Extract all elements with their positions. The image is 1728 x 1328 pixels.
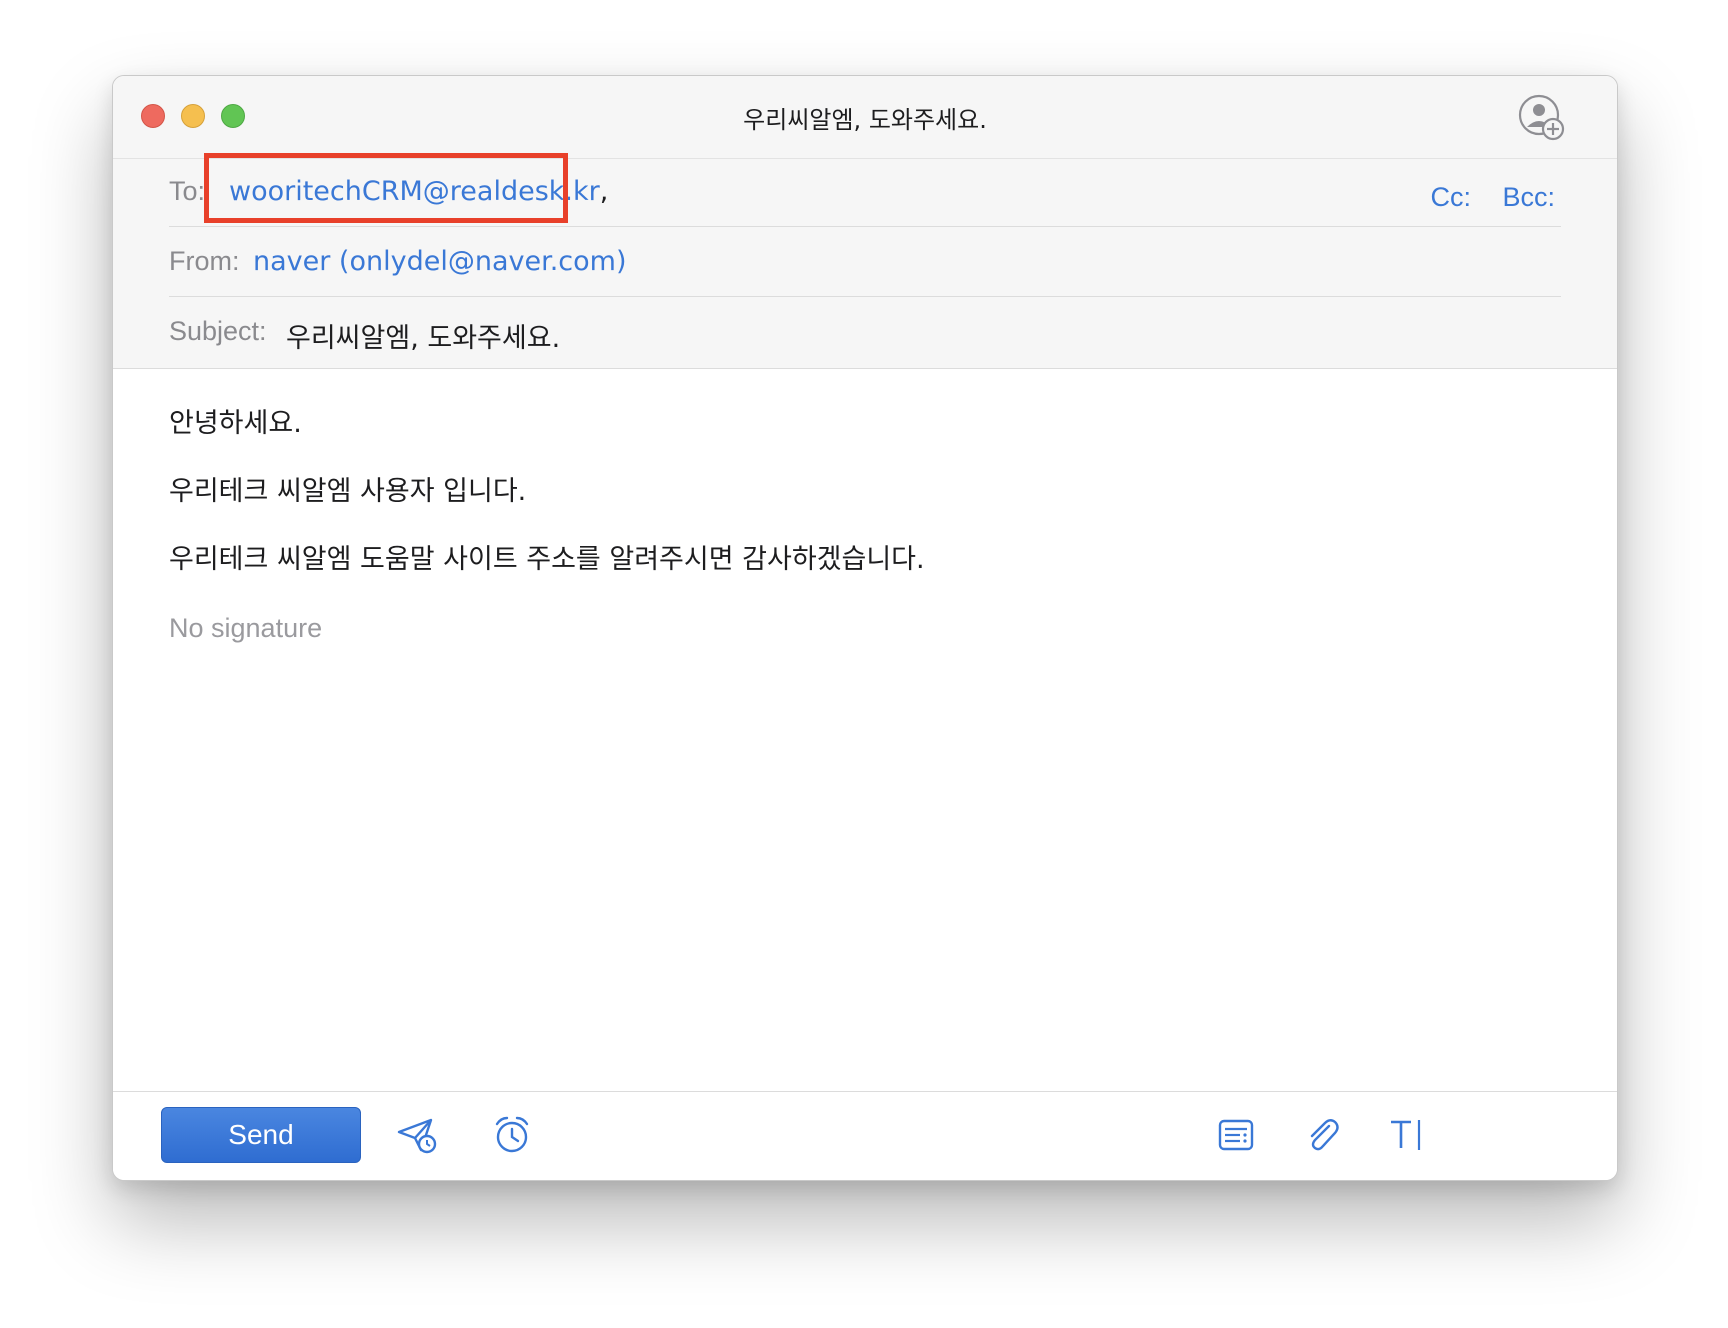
message-body[interactable]: 안녕하세요. 우리테크 씨알엠 사용자 입니다. 우리테크 씨알엠 도움말 사이… [169,406,1561,678]
window-title: 우리씨알엠, 도와주세요. [743,106,987,134]
text-format-icon[interactable] [1385,1112,1431,1158]
title-bar: 우리씨알엠, 도와주세요. [113,76,1617,159]
to-label: To: [169,176,206,206]
compose-window: 우리씨알엠, 도와주세요. To: wooritechCRM@realdesk.… [112,75,1618,1181]
cc-bcc-controls: Cc: Bcc: [1406,182,1555,213]
send-button[interactable]: Send [161,1107,361,1163]
body-line: 우리테크 씨알엠 도움말 사이트 주소를 알려주시면 감사하겠습니다. [169,544,925,575]
paperclip-icon[interactable] [1299,1112,1345,1158]
add-contact-icon[interactable] [1517,93,1567,143]
body-line: 우리테크 씨알엠 사용자 입니다. [169,476,527,507]
template-icon[interactable] [1213,1112,1259,1158]
compose-header: 우리씨알엠, 도와주세요. To: wooritechCRM@realdesk.… [113,76,1617,369]
to-recipient-token[interactable]: wooritechCRM@realdesk.kr [229,176,600,207]
to-separator: , [599,176,609,207]
from-label: From: [169,246,240,276]
to-field-row: To: wooritechCRM@realdesk.kr, Cc: Bcc: [169,158,1561,227]
send-later-icon[interactable] [395,1112,441,1158]
to-field[interactable]: wooritechCRM@realdesk.kr, [229,176,608,207]
body-line: 안녕하세요. [169,408,302,439]
cc-button[interactable]: Cc: [1430,182,1471,212]
subject-field-row: Subject: 우리씨알엠, 도와주세요. [169,298,1561,366]
alarm-clock-icon[interactable] [489,1112,535,1158]
compose-toolbar: Send [113,1091,1617,1180]
from-field-row: From: naver (onlydel@naver.com) [169,228,1561,297]
subject-field[interactable]: 우리씨알엠, 도와주세요. [286,316,560,355]
signature-placeholder: No signature [169,613,323,643]
bcc-button[interactable]: Bcc: [1502,182,1555,212]
from-selector[interactable]: naver (onlydel@naver.com) [253,246,626,277]
subject-label: Subject: [169,316,267,346]
